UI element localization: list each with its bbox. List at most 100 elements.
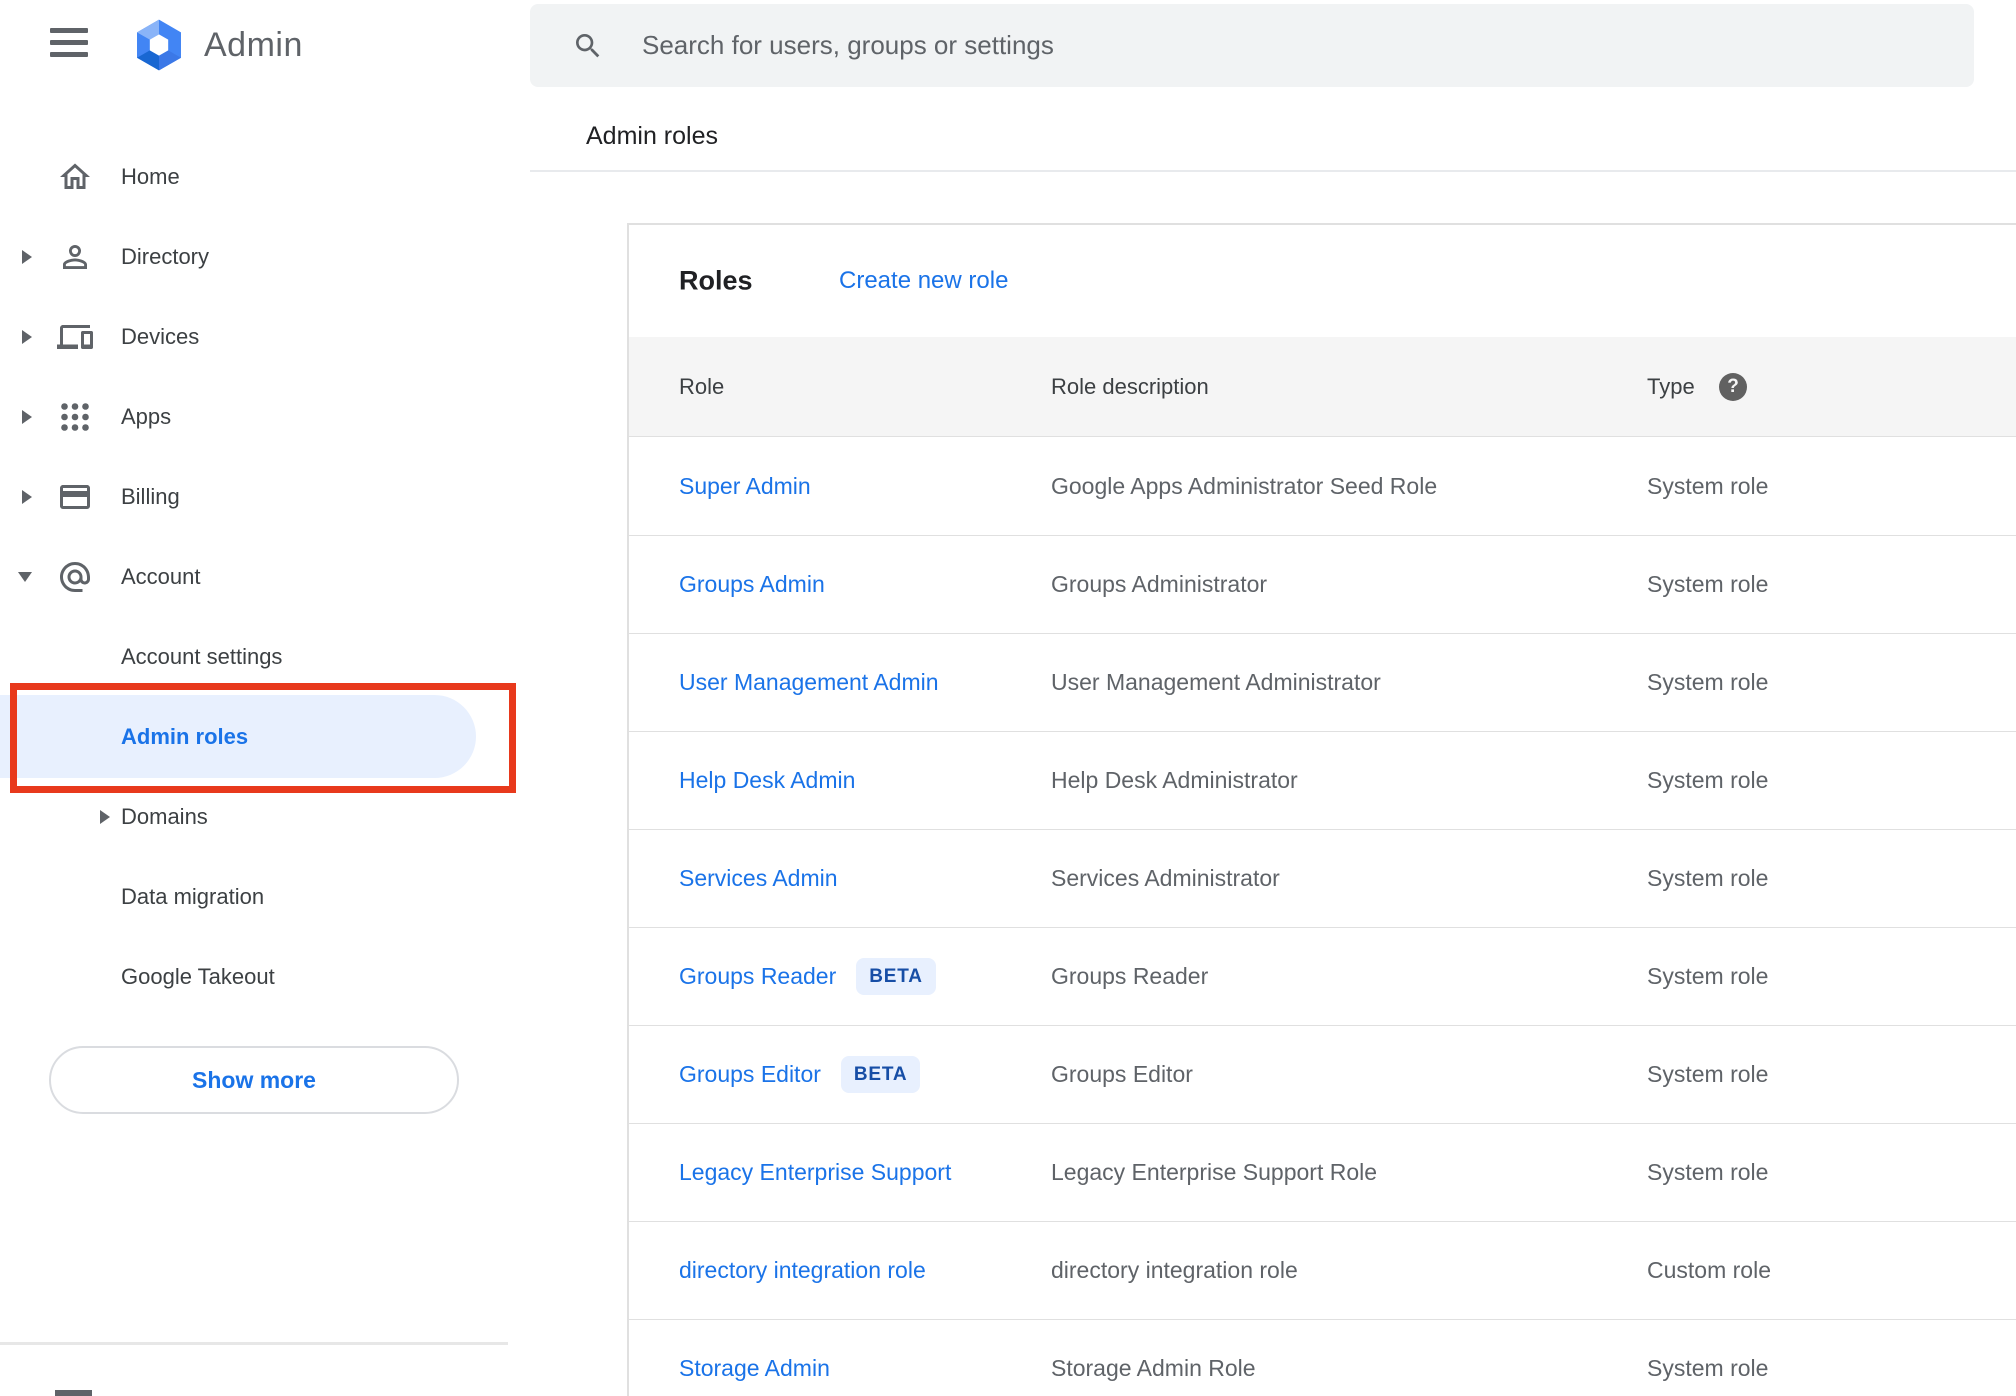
sidebar-item-apps[interactable]: Apps [0, 377, 530, 457]
role-type: System role [1647, 669, 1769, 695]
sidebar-item-data-migration[interactable]: Data migration [0, 857, 530, 937]
search-input[interactable] [642, 30, 1944, 61]
breadcrumb: Admin roles [586, 122, 718, 150]
role-type: System role [1647, 865, 1769, 891]
roles-card-header: Roles Create new role [629, 225, 2016, 337]
collapse-arrow-icon[interactable] [18, 572, 32, 582]
role-type: System role [1647, 1159, 1769, 1185]
table-row: Legacy Enterprise Support Legacy Enterpr… [629, 1124, 2016, 1222]
roles-card: Roles Create new role Role Role descript… [627, 223, 2016, 1396]
role-description: Storage Admin Role [1051, 1355, 1256, 1381]
role-link[interactable]: Super Admin [679, 473, 811, 500]
home-icon [57, 159, 93, 195]
google-admin-console: Admin Home Directory Devices Apps Billin… [0, 0, 2016, 1396]
show-more-button[interactable]: Show more [49, 1046, 459, 1114]
role-type: System role [1647, 1061, 1769, 1087]
table-row: Groups Editor BETA Groups Editor System … [629, 1026, 2016, 1124]
sidebar-item-label: Directory [121, 244, 210, 269]
table-row: Help Desk Admin Help Desk Administrator … [629, 732, 2016, 830]
app-title: Admin [204, 25, 303, 64]
role-description: Google Apps Administrator Seed Role [1051, 473, 1438, 499]
sidebar-item-directory[interactable]: Directory [0, 217, 530, 297]
help-icon[interactable]: ? [1719, 372, 1747, 401]
sidebar-item-label: Account [121, 564, 201, 589]
sidebar-item-billing[interactable]: Billing [0, 457, 530, 537]
beta-badge: BETA [840, 1056, 921, 1093]
beta-badge: BETA [856, 958, 936, 995]
role-link[interactable]: User Management Admin [679, 669, 939, 696]
role-link[interactable]: directory integration role [679, 1257, 926, 1284]
role-description: Help Desk Administrator [1051, 767, 1298, 793]
role-type: System role [1647, 767, 1769, 793]
column-header-role: Role [679, 373, 725, 399]
credit-card-icon [57, 479, 93, 515]
roles-table-header: Role Role description Type ? [629, 337, 2016, 437]
role-link[interactable]: Groups Editor [679, 1061, 821, 1088]
sidebar-item-label: Admin roles [121, 723, 249, 749]
person-icon [57, 239, 93, 275]
role-description: Legacy Enterprise Support Role [1051, 1159, 1378, 1185]
table-row: directory integration role directory int… [629, 1222, 2016, 1320]
expand-arrow-icon[interactable] [22, 410, 32, 424]
table-row: Services Admin Services Administrator Sy… [629, 830, 2016, 928]
sidebar-item-label: Devices [121, 324, 200, 349]
column-header-type: Type [1647, 373, 1695, 399]
role-description: User Management Administrator [1051, 669, 1381, 695]
sidebar-item-google-takeout[interactable]: Google Takeout [0, 937, 530, 1017]
expand-arrow-icon[interactable] [100, 810, 110, 824]
sidebar-item-home[interactable]: Home [0, 137, 530, 217]
role-link[interactable]: Help Desk Admin [679, 767, 855, 794]
search-icon [576, 33, 600, 57]
apps-grid-icon [57, 399, 93, 435]
admin-hexagon-icon [137, 19, 181, 71]
roles-table-body: Super Admin Google Apps Administrator Se… [629, 438, 2016, 1396]
sidebar-divider [0, 1342, 508, 1345]
at-sign-icon [57, 559, 93, 595]
sidebar-item-account[interactable]: Account [0, 537, 530, 617]
devices-icon [57, 319, 93, 355]
table-row: Groups Reader BETA Groups Reader System … [629, 928, 2016, 1026]
table-row: User Management Admin User Management Ad… [629, 634, 2016, 732]
role-link[interactable]: Storage Admin [679, 1355, 830, 1382]
role-description: Groups Administrator [1051, 571, 1268, 597]
role-description: directory integration role [1051, 1257, 1298, 1283]
admin-logo[interactable]: Admin [128, 16, 303, 74]
sidebar-item-label: Data migration [121, 884, 265, 909]
search-bar[interactable] [530, 4, 1974, 87]
sidebar-item-label: Account settings [121, 644, 283, 669]
expand-arrow-icon[interactable] [22, 330, 32, 344]
create-new-role-link[interactable]: Create new role [839, 267, 1008, 295]
role-type: System role [1647, 571, 1769, 597]
role-type: System role [1647, 1355, 1769, 1381]
column-header-role-description: Role description [1051, 373, 1209, 399]
role-link[interactable]: Legacy Enterprise Support [679, 1159, 951, 1186]
partial-icon [55, 1390, 92, 1396]
sidebar-item-label: Google Takeout [121, 964, 275, 989]
header-divider [530, 170, 2016, 172]
table-row: Super Admin Google Apps Administrator Se… [629, 438, 2016, 536]
sidebar-item-label: Apps [121, 404, 172, 429]
role-description: Groups Editor [1051, 1061, 1193, 1087]
role-link[interactable]: Groups Reader [679, 963, 836, 990]
sidebar-item-devices[interactable]: Devices [0, 297, 530, 377]
sidebar-item-domains[interactable]: Domains [0, 777, 530, 857]
menu-icon[interactable] [50, 28, 88, 57]
table-row: Storage Admin Storage Admin Role System … [629, 1320, 2016, 1396]
role-link[interactable]: Services Admin [679, 865, 838, 892]
expand-arrow-icon[interactable] [22, 490, 32, 504]
role-type: Custom role [1647, 1257, 1771, 1283]
sidebar-item-label: Billing [121, 484, 180, 509]
sidebar-item-admin-roles[interactable]: Admin roles [0, 695, 476, 778]
table-row: Groups Admin Groups Administrator System… [629, 536, 2016, 634]
expand-arrow-icon[interactable] [22, 250, 32, 264]
role-description: Groups Reader [1051, 963, 1209, 989]
role-type: System role [1647, 963, 1769, 989]
sidebar-item-label: Home [121, 164, 180, 189]
role-link[interactable]: Groups Admin [679, 571, 825, 598]
role-description: Services Administrator [1051, 865, 1280, 891]
role-type: System role [1647, 473, 1769, 499]
sidebar: Admin Home Directory Devices Apps Billin… [0, 0, 530, 1396]
sidebar-item-account-settings[interactable]: Account settings [0, 617, 530, 697]
roles-title: Roles [679, 265, 753, 296]
sidebar-item-label: Domains [121, 804, 208, 829]
